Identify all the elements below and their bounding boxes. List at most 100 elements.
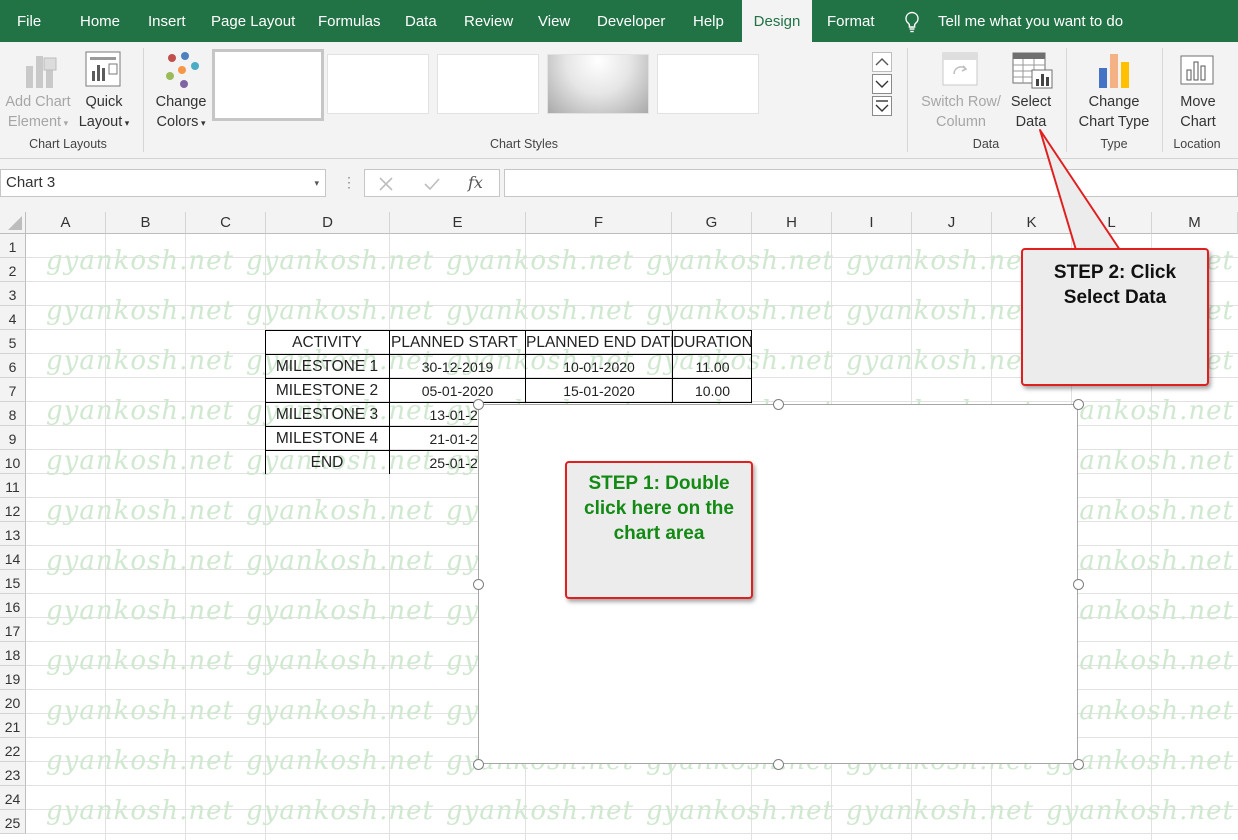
resize-handle-top[interactable] <box>773 399 784 410</box>
row-header-10[interactable]: 10 <box>0 450 26 474</box>
row-header-14[interactable]: 14 <box>0 546 26 570</box>
tab-help[interactable]: Help <box>693 0 724 42</box>
gallery-more[interactable] <box>872 96 892 116</box>
tab-home[interactable]: Home <box>80 0 120 42</box>
tab-file[interactable]: File <box>17 0 41 42</box>
row-header-15[interactable]: 15 <box>0 570 26 594</box>
tab-review[interactable]: Review <box>464 0 513 42</box>
row-header-17[interactable]: 17 <box>0 618 26 642</box>
insert-function-icon[interactable]: fx <box>468 173 483 192</box>
watermark-text: gyankosh.net <box>246 546 434 576</box>
name-box[interactable]: Chart 3 ▾ <box>0 169 326 197</box>
table-cell[interactable]: 15-01-2020 <box>526 378 672 402</box>
resize-handle-bottom-right[interactable] <box>1073 759 1084 770</box>
gallery-scroll-up[interactable] <box>872 52 892 72</box>
resize-handle-bottom-left[interactable] <box>473 759 484 770</box>
chart-style-4[interactable] <box>547 54 649 114</box>
chart-style-2[interactable] <box>327 54 429 114</box>
enter-icon[interactable] <box>423 176 441 192</box>
row-header-4[interactable]: 4 <box>0 306 26 330</box>
table-cell[interactable]: MILESTONE 1 <box>265 354 389 378</box>
row-header-18[interactable]: 18 <box>0 642 26 666</box>
row-header-19[interactable]: 19 <box>0 666 26 690</box>
formula-input[interactable] <box>504 169 1238 197</box>
table-header-planned-start[interactable]: PLANNED START <box>390 330 525 354</box>
chart-style-3[interactable] <box>437 54 539 114</box>
tab-formulas[interactable]: Formulas <box>318 0 381 42</box>
change-colors-button[interactable]: Change Colors ▾ <box>150 92 212 133</box>
table-cell[interactable]: MILESTONE 3 <box>265 402 389 426</box>
select-all-corner[interactable] <box>0 212 26 234</box>
table-header-activity[interactable]: ACTIVITY <box>265 330 389 354</box>
table-cell[interactable]: MILESTONE 4 <box>265 426 389 450</box>
column-header-h[interactable]: H <box>752 212 832 234</box>
table-cell[interactable]: 10.00 <box>673 378 752 402</box>
row-header-3[interactable]: 3 <box>0 282 26 306</box>
table-cell[interactable]: 30-12-2019 <box>390 354 525 378</box>
resize-handle-left[interactable] <box>473 579 484 590</box>
row-header-21[interactable]: 21 <box>0 714 26 738</box>
quick-layout-button[interactable]: Quick Layout ▾ <box>76 92 132 133</box>
column-header-f[interactable]: F <box>526 212 672 234</box>
resize-handle-top-left[interactable] <box>473 399 484 410</box>
row-header-5[interactable]: 5 <box>0 330 26 354</box>
tab-page-layout[interactable]: Page Layout <box>211 0 295 42</box>
column-header-c[interactable]: C <box>186 212 266 234</box>
row-header-16[interactable]: 16 <box>0 594 26 618</box>
resize-handle-top-right[interactable] <box>1073 399 1084 410</box>
chart-style-1[interactable] <box>212 49 324 121</box>
table-cell[interactable]: 05-01-2020 <box>390 378 525 402</box>
column-header-k[interactable]: K <box>992 212 1072 234</box>
table-cell[interactable]: END <box>265 450 389 474</box>
move-chart-button[interactable]: Move Chart <box>1170 92 1226 132</box>
row-header-7[interactable]: 7 <box>0 378 26 402</box>
table-header-duration[interactable]: DURATION <box>673 330 752 354</box>
tab-data[interactable]: Data <box>405 0 437 42</box>
column-header-d[interactable]: D <box>266 212 390 234</box>
add-chart-element-button[interactable]: Add Chart Element ▾ <box>0 92 76 133</box>
row-header-8[interactable]: 8 <box>0 402 26 426</box>
row-header-25[interactable]: 25 <box>0 810 26 834</box>
table-header-planned-end[interactable]: PLANNED END DATE <box>526 330 672 354</box>
tab-format[interactable]: Format <box>827 0 875 42</box>
column-header-j[interactable]: J <box>912 212 992 234</box>
column-header-a[interactable]: A <box>26 212 106 234</box>
table-cell[interactable]: 10-01-2020 <box>526 354 672 378</box>
chevron-down-icon: ▾ <box>122 118 130 128</box>
column-header-l[interactable]: L <box>1072 212 1152 234</box>
row-header-13[interactable]: 13 <box>0 522 26 546</box>
row-header-23[interactable]: 23 <box>0 762 26 786</box>
tell-me-search[interactable]: Tell me what you want to do <box>938 0 1123 42</box>
row-header-2[interactable]: 2 <box>0 258 26 282</box>
select-data-button[interactable]: Select Data <box>1006 92 1056 132</box>
row-header-12[interactable]: 12 <box>0 498 26 522</box>
column-header-g[interactable]: G <box>672 212 752 234</box>
table-cell[interactable]: 11.00 <box>673 354 752 378</box>
tab-view[interactable]: View <box>538 0 570 42</box>
watermark-text: gyankosh.net <box>246 696 434 726</box>
tab-developer[interactable]: Developer <box>597 0 665 42</box>
gallery-scroll-down[interactable] <box>872 74 892 94</box>
tab-design[interactable]: Design <box>742 0 812 42</box>
tab-insert[interactable]: Insert <box>148 0 186 42</box>
row-header-20[interactable]: 20 <box>0 690 26 714</box>
change-chart-type-button[interactable]: Change Chart Type <box>1072 92 1156 132</box>
row-header-22[interactable]: 22 <box>0 738 26 762</box>
table-header-duration-label: DURATION <box>673 334 752 351</box>
switch-row-column-button[interactable]: Switch Row/ Column <box>914 92 1008 132</box>
row-header-11[interactable]: 11 <box>0 474 26 498</box>
column-header-i[interactable]: I <box>832 212 912 234</box>
column-header-b[interactable]: B <box>106 212 186 234</box>
row-header-9[interactable]: 9 <box>0 426 26 450</box>
column-header-e[interactable]: E <box>390 212 526 234</box>
table-cell[interactable]: MILESTONE 2 <box>265 378 389 402</box>
cancel-icon[interactable] <box>378 176 394 192</box>
chart-style-5[interactable] <box>657 54 759 114</box>
row-header-24[interactable]: 24 <box>0 786 26 810</box>
resize-handle-right[interactable] <box>1073 579 1084 590</box>
row-header-6[interactable]: 6 <box>0 354 26 378</box>
row-header-1[interactable]: 1 <box>0 234 26 258</box>
resize-handle-bottom[interactable] <box>773 759 784 770</box>
column-header-m[interactable]: M <box>1152 212 1238 234</box>
table-header-planned-start-label: PLANNED START <box>391 334 518 351</box>
